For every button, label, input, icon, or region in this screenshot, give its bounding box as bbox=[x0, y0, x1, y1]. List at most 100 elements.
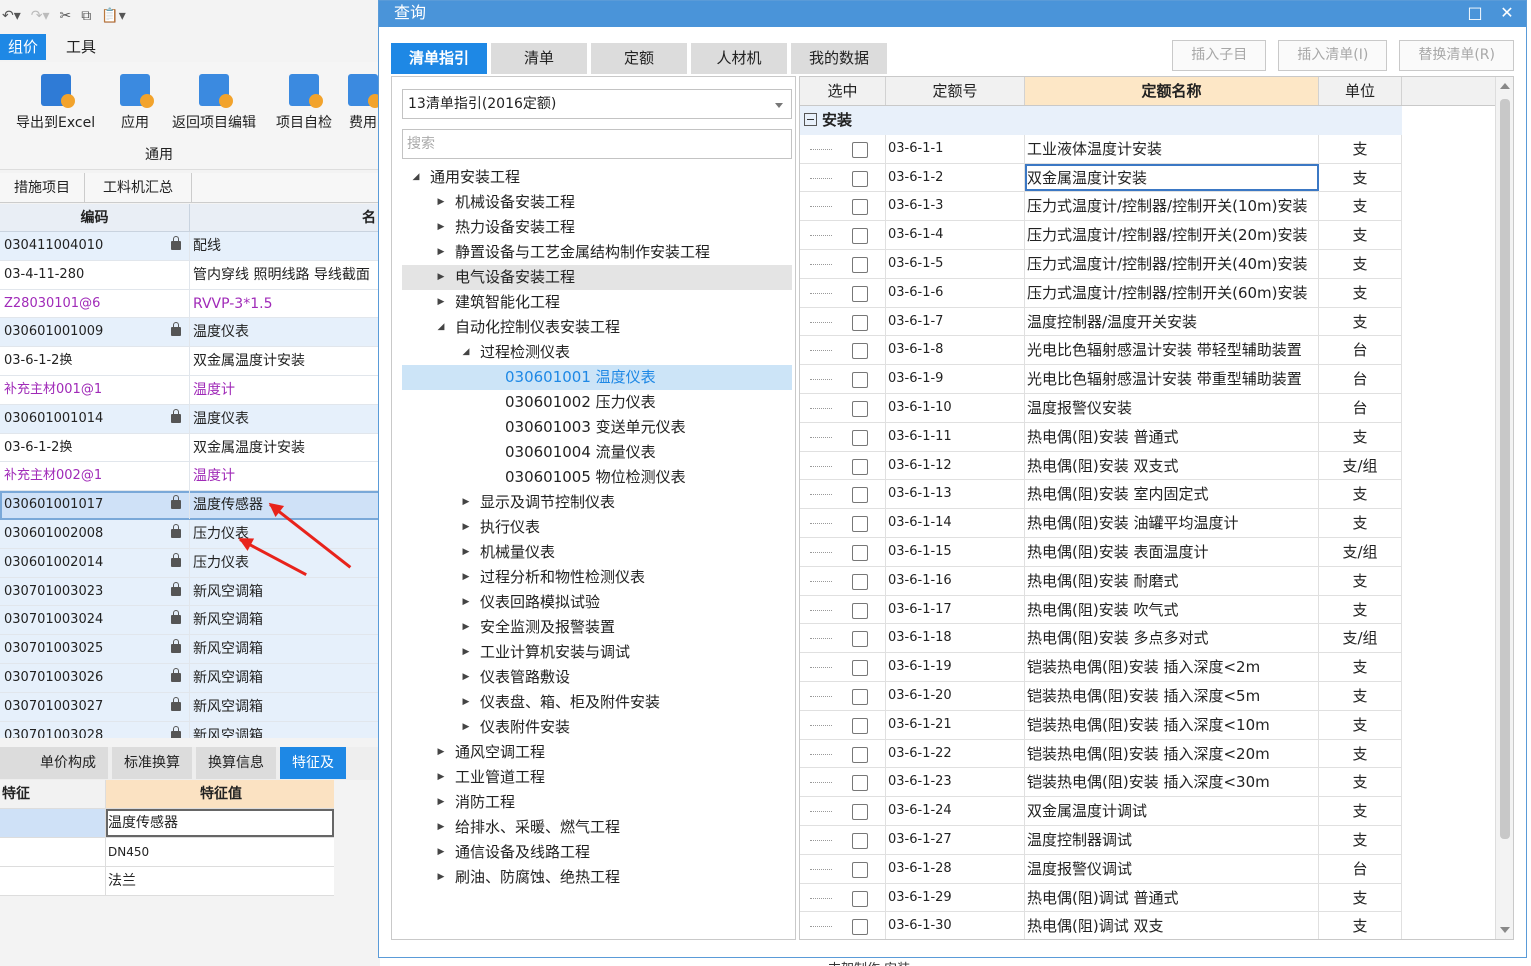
quota-name-cell[interactable]: 温度报警仪调试 bbox=[1025, 854, 1319, 883]
tab-4[interactable]: 我的数据 bbox=[791, 43, 887, 74]
table-row[interactable]: 03-6-1-6 压力式温度计/控制器/控制开关(60m)安装支 bbox=[800, 278, 1402, 308]
table-row[interactable]: Z28030101@6 RVVP-3*1.5 bbox=[0, 289, 380, 319]
action-button-2[interactable]: 替换清单(R) bbox=[1399, 40, 1514, 71]
quota-name-cell[interactable]: 双金属温度计安装 bbox=[1025, 163, 1319, 192]
name-cell[interactable]: 新风空调箱 bbox=[190, 722, 380, 738]
quota-name-cell[interactable]: 压力式温度计/控制器/控制开关(60m)安装 bbox=[1025, 278, 1319, 307]
tree-node[interactable]: ▶ 刷油、防腐蚀、绝热工程 bbox=[402, 865, 792, 890]
export-excel-button[interactable]: 导出到Excel bbox=[16, 74, 95, 132]
name-cell[interactable]: 新风空调箱 bbox=[190, 664, 380, 692]
table-row[interactable]: 030701003023 新风空调箱 bbox=[0, 577, 380, 607]
table-row[interactable]: 030411004010 配线 bbox=[0, 232, 380, 261]
tree-node[interactable]: ▶ 仪表盘、箱、柜及附件安装 bbox=[402, 690, 792, 715]
checkbox[interactable] bbox=[852, 372, 868, 389]
table-row[interactable]: 03-6-1-16 热电偶(阻)安装 耐磨式支 bbox=[800, 566, 1402, 596]
name-cell[interactable]: 双金属温度计安装 bbox=[190, 347, 380, 375]
select-cell[interactable] bbox=[800, 797, 886, 825]
table-row[interactable]: 03-6-1-24 双金属温度计调试支 bbox=[800, 797, 1402, 826]
checkbox[interactable] bbox=[852, 832, 868, 849]
quota-name-cell[interactable]: 双金属温度计调试 bbox=[1025, 797, 1319, 825]
collapsed-icon[interactable]: ▶ bbox=[460, 540, 472, 565]
code-cell[interactable]: Z28030101@6 bbox=[0, 289, 190, 318]
table-row[interactable]: 03-6-1-3 压力式温度计/控制器/控制开关(10m)安装支 bbox=[800, 192, 1402, 222]
collapsed-icon[interactable]: ▶ bbox=[435, 740, 447, 765]
action-button-0[interactable]: 插入子目 bbox=[1172, 40, 1267, 71]
self-check-button[interactable]: 项目自检 bbox=[276, 74, 332, 132]
tree-node[interactable]: ▶ 给排水、采暖、燃气工程 bbox=[402, 815, 792, 840]
collapsed-icon[interactable]: ▶ bbox=[435, 765, 447, 790]
table-row[interactable]: 030601002014 压力仪表 bbox=[0, 548, 380, 578]
quota-name-cell[interactable]: 热电偶(阻)安装 多点多对式 bbox=[1025, 624, 1319, 653]
name-cell[interactable]: 温度计 bbox=[190, 462, 380, 490]
vertical-scrollbar[interactable] bbox=[1495, 77, 1513, 939]
select-cell[interactable] bbox=[800, 509, 886, 537]
table-row[interactable]: 03-6-1-2换 双金属温度计安装 bbox=[0, 433, 380, 463]
tree-node[interactable]: ▶ 安全监测及报警装置 bbox=[402, 615, 792, 640]
code-cell[interactable]: 补充主材002@1 bbox=[0, 462, 190, 491]
quota-name-cell[interactable]: 热电偶(阻)安装 普通式 bbox=[1025, 422, 1319, 451]
code-cell[interactable]: 030701003026 bbox=[0, 663, 190, 692]
name-column-header[interactable]: 名 bbox=[190, 204, 380, 231]
table-row[interactable]: 03-6-1-17 热电偶(阻)安装 吹气式支 bbox=[800, 595, 1402, 625]
select-cell[interactable] bbox=[800, 221, 886, 249]
code-cell[interactable]: 030601001009 bbox=[0, 318, 190, 347]
tree-node[interactable]: ▶ 电气设备安装工程 bbox=[402, 265, 792, 290]
quota-name-cell[interactable]: 光电比色辐射感温计安装 带重型辅助装置 bbox=[1025, 365, 1319, 393]
checkbox[interactable] bbox=[852, 544, 868, 561]
code-cell[interactable]: 03-4-11-280 bbox=[0, 260, 190, 289]
select-cell[interactable] bbox=[800, 336, 886, 365]
tab-3[interactable]: 人材机 bbox=[691, 43, 787, 74]
table-row[interactable]: 03-6-1-8 光电比色辐射感温计安装 带轻型辅助装置台 bbox=[800, 336, 1402, 366]
table-row[interactable]: 03-6-1-12 热电偶(阻)安装 双支式 支/组 bbox=[800, 451, 1402, 481]
code-cell[interactable]: 030701003024 bbox=[0, 606, 190, 635]
quota-name-cell[interactable]: 热电偶(阻)安装 吹气式 bbox=[1025, 595, 1319, 624]
fee-button[interactable]: 费用 bbox=[348, 74, 380, 132]
table-row[interactable]: 03-6-1-18 热电偶(阻)安装 多点多对式 支/组 bbox=[800, 624, 1402, 654]
code-cell[interactable]: 030701003028 bbox=[0, 721, 190, 738]
checkbox[interactable] bbox=[852, 170, 868, 187]
tree-node[interactable]: ▶ 机械量仪表 bbox=[402, 540, 792, 565]
tree-node[interactable]: ▶ 执行仪表 bbox=[402, 515, 792, 540]
action-button-1[interactable]: 插入清单(I) bbox=[1278, 40, 1388, 71]
checkbox[interactable] bbox=[852, 890, 868, 907]
guide-dropdown[interactable]: 13清单指引(2016定额) bbox=[402, 89, 792, 119]
code-cell[interactable]: 03-6-1-2换 bbox=[0, 347, 190, 375]
scroll-thumb[interactable] bbox=[1500, 99, 1510, 839]
checkbox[interactable] bbox=[852, 602, 868, 619]
collapsed-icon[interactable]: ▶ bbox=[435, 840, 447, 865]
table-row[interactable]: 030701003028 新风空调箱 bbox=[0, 721, 380, 738]
table-row[interactable]: 03-6-1-19 铠装热电偶(阻)安装 插入深度<2m 支 bbox=[800, 653, 1402, 682]
tree-leaf[interactable]: 030601003 变送单元仪表 bbox=[402, 415, 792, 440]
quota-name-cell[interactable]: 铠装热电偶(阻)安装 插入深度<2m bbox=[1025, 653, 1319, 681]
quota-name-cell[interactable]: 热电偶(阻)安装 表面温度计 bbox=[1025, 537, 1319, 566]
quota-name-cell[interactable]: 热电偶(阻)安装 双支式 bbox=[1025, 451, 1319, 480]
checkbox[interactable] bbox=[852, 775, 868, 792]
tree-node[interactable]: ▶ 通风空调工程 bbox=[402, 740, 792, 765]
table-row[interactable]: 03-6-1-21 铠装热电偶(阻)安装 插入深度<10m 支 bbox=[800, 710, 1402, 740]
collapsed-icon[interactable]: ▶ bbox=[435, 790, 447, 815]
tree-node[interactable]: ▶ 工业计算机安装与调试 bbox=[402, 640, 792, 665]
code-cell[interactable]: 030601001014 bbox=[0, 404, 190, 433]
checkbox[interactable] bbox=[852, 688, 868, 705]
select-cell[interactable] bbox=[800, 768, 886, 797]
table-row[interactable]: 03-6-1-7 温度控制器/温度开关安装支 bbox=[800, 307, 1402, 337]
table-row[interactable]: 03-6-1-23 铠装热电偶(阻)安装 插入深度<30m 支 bbox=[800, 768, 1402, 798]
tab-1[interactable]: 清单 bbox=[491, 43, 587, 74]
return-edit-button[interactable]: 返回项目编辑 bbox=[172, 74, 256, 132]
checkbox[interactable] bbox=[852, 861, 868, 878]
code-cell[interactable]: 030411004010 bbox=[0, 232, 190, 260]
name-cell[interactable]: 新风空调箱 bbox=[190, 578, 380, 606]
apply-button[interactable]: 应用 bbox=[120, 74, 154, 132]
group-row-install[interactable]: 安装 bbox=[800, 106, 1402, 135]
tree-node[interactable]: ▶ 建筑智能化工程 bbox=[402, 290, 792, 315]
name-cell[interactable]: 配线 bbox=[190, 232, 380, 260]
checkbox[interactable] bbox=[852, 660, 868, 677]
quota-name-cell[interactable]: 热电偶(阻)调试 普通式 bbox=[1025, 883, 1319, 912]
quota-name-cell[interactable]: 温度报警仪安装 bbox=[1025, 393, 1319, 422]
ribbon-tab-tools[interactable]: 工具 bbox=[58, 34, 104, 60]
quota-name-cell[interactable]: 温度控制器调试 bbox=[1025, 825, 1319, 854]
ribbon-tab-pricing[interactable]: 组价 bbox=[0, 34, 47, 60]
collapsed-icon[interactable]: ▶ bbox=[460, 690, 472, 715]
tree-node[interactable]: ▶ 显示及调节控制仪表 bbox=[402, 490, 792, 515]
name-cell[interactable]: 温度计 bbox=[190, 376, 380, 404]
